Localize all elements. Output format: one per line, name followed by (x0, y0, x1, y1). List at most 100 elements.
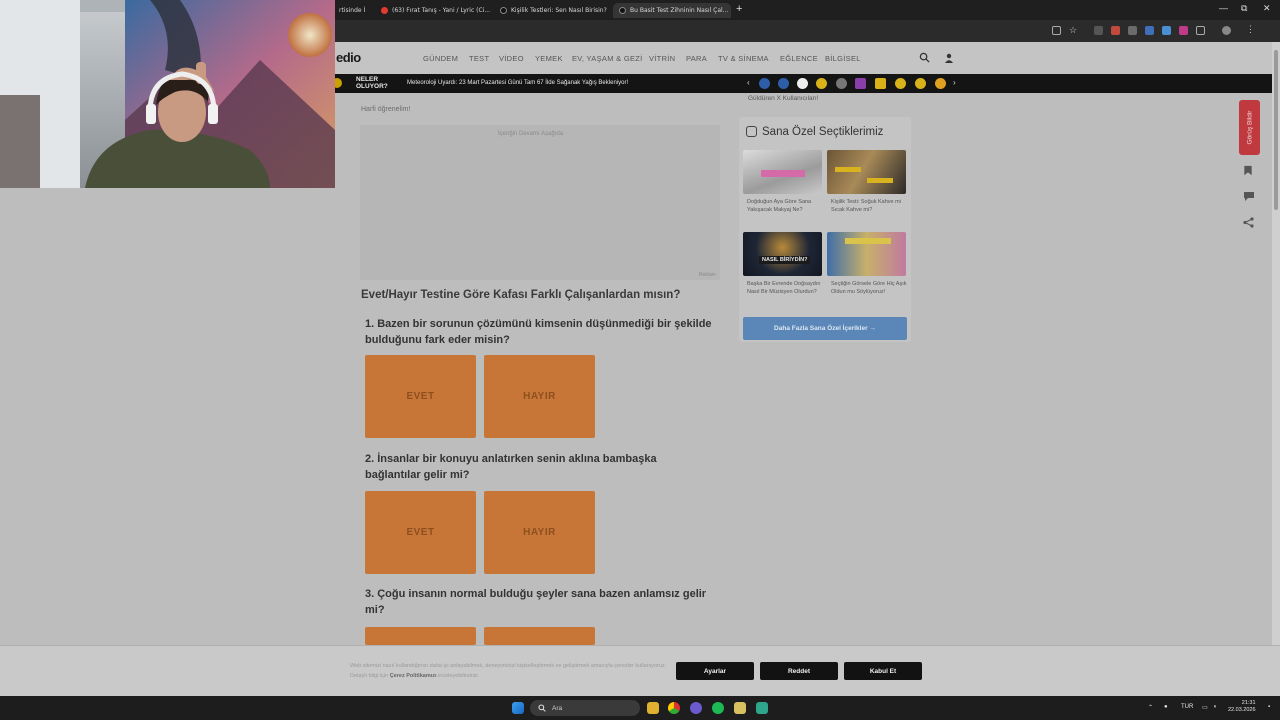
card-image[interactable] (827, 150, 906, 194)
extension-icon[interactable] (1145, 26, 1154, 35)
microphone-icon[interactable]: ● (1164, 704, 1168, 710)
question-1: 1. Bazen bir sorunun çözümünü kimsenin d… (365, 318, 712, 346)
webcam-overlay (0, 0, 335, 188)
tab-4-active[interactable]: Bu Basit Test Zihninin Nasıl Çal... × (613, 3, 731, 18)
recommend-icon (746, 126, 757, 137)
category-icon[interactable] (855, 78, 866, 89)
nav-bilgisel[interactable]: BİLGİSEL (825, 54, 861, 63)
question-2: 2. İnsanlar bir konuyu anlatırken senin … (365, 453, 657, 481)
category-icon[interactable] (836, 78, 847, 89)
language-indicator[interactable]: TUR (1181, 704, 1193, 710)
category-icon[interactable] (797, 78, 808, 89)
windows-start-icon[interactable] (512, 702, 524, 714)
chrome-icon[interactable] (668, 702, 680, 714)
extension-icon[interactable] (1162, 26, 1171, 35)
spotify-icon[interactable] (712, 702, 724, 714)
tab-3[interactable]: Kişilik Testleri: Sen Nasıl Birisin? × (494, 3, 612, 18)
user-icon[interactable] (944, 53, 954, 63)
nav-para[interactable]: PARA (686, 54, 707, 63)
notification-icon[interactable]: ▪ (1268, 704, 1270, 710)
answer-yes-button[interactable]: EVET (365, 491, 476, 574)
comment-icon[interactable] (1243, 191, 1255, 202)
taskbar-search[interactable]: Ara (530, 700, 640, 716)
ad-tag: Reklam (699, 272, 716, 278)
answer-yes-button[interactable] (365, 627, 476, 645)
nav-vitrin[interactable]: VİTRİN (649, 54, 675, 63)
answer-no-button[interactable] (484, 627, 595, 645)
file-explorer-icon[interactable] (647, 702, 659, 714)
emoji-icon[interactable] (935, 78, 946, 89)
cookie-settings-button[interactable]: Ayarlar (676, 662, 754, 680)
maximize-button[interactable]: ⧉ (1241, 3, 1247, 14)
feedback-button[interactable]: Görüş Bildir (1239, 100, 1260, 155)
news-headline[interactable]: Meteoroloji Uyardı: 23 Mart Pazartesi Gü… (407, 80, 628, 86)
card-caption[interactable]: Doğduğun Aya Göre Sana Yakışacak Makyaj … (747, 198, 823, 214)
category-icon[interactable] (915, 78, 926, 89)
nav-test[interactable]: TEST (469, 54, 489, 63)
category-icon[interactable] (778, 78, 789, 89)
sidebar-top-line[interactable]: Güldüren X Kullanıcıları! (748, 95, 818, 102)
card-caption[interactable]: Kişilik Testi: Soğuk Kahve mi Sıcak Kahv… (831, 198, 907, 214)
cookie-accept-button[interactable]: Kabul Et (844, 662, 922, 680)
bookmark-icon[interactable] (1243, 165, 1253, 176)
nav-yemek[interactable]: YEMEK (535, 54, 563, 63)
share-icon[interactable] (1243, 217, 1254, 228)
nav-ev-yasam-gezi[interactable]: EV, YAŞAM & GEZİ (572, 54, 643, 63)
browser-menu-icon[interactable]: ⋮ (1246, 24, 1255, 34)
install-icon[interactable] (1052, 26, 1061, 35)
cookie-policy-link[interactable]: Çerez Politikamızı (390, 673, 437, 679)
app-icon[interactable] (756, 702, 768, 714)
category-icon[interactable] (895, 78, 906, 89)
question-3: 3. Çoğu insanın normal bulduğu şeyler sa… (365, 588, 707, 616)
app-icon[interactable] (690, 702, 702, 714)
system-clock[interactable]: 21:31 22.03.2026 (1228, 700, 1256, 714)
minimize-button[interactable]: — (1219, 3, 1228, 13)
network-icon[interactable]: ▭ (1202, 704, 1208, 711)
ad-hint: İçeriğin Devamı Aşağıda (498, 131, 564, 137)
app-icon[interactable] (734, 702, 746, 714)
oluyor-text: OLUYOR? (356, 83, 388, 90)
new-tab-button[interactable]: + (736, 3, 742, 15)
answer-no-button[interactable]: HAYIR (484, 491, 595, 574)
profile-avatar[interactable] (1222, 26, 1231, 35)
tray-chevron-icon[interactable]: ⌃ (1148, 704, 1153, 711)
card-overlay-text: NASIL BİRİYDİN? (759, 256, 811, 264)
nav-video[interactable]: VİDEO (499, 54, 524, 63)
close-tab-icon[interactable]: × (611, 6, 612, 15)
neler-text: NELER (356, 76, 379, 83)
search-icon[interactable] (919, 52, 930, 63)
answer-yes-button[interactable]: EVET (365, 355, 476, 438)
card-image[interactable] (743, 150, 822, 194)
category-icon[interactable] (875, 78, 886, 89)
card-caption[interactable]: Başka Bir Evrende Doğsaydın Nasıl Bir Mü… (747, 280, 823, 296)
card-image[interactable]: NASIL BİRİYDİN? (743, 232, 822, 276)
cookie-reject-button[interactable]: Reddet (760, 662, 838, 680)
nav-tv-sinema[interactable]: TV & SİNEMA (718, 54, 769, 63)
intro-line: Harfi öğrenelim! (361, 106, 411, 113)
card-image[interactable] (827, 232, 906, 276)
bookmark-star-icon[interactable]: ☆ (1069, 25, 1078, 35)
tab-label: (63) Fırat Tanış - Yani / Lyric (Ci... (392, 7, 491, 14)
card-banner (835, 167, 861, 172)
site-logo[interactable]: edio (336, 50, 361, 65)
more-recommendations-button[interactable]: Daha Fazla Sana Özel İçerikler → (743, 317, 907, 340)
category-icon[interactable] (759, 78, 770, 89)
tab-1[interactable]: rtisinde İ × (333, 3, 375, 18)
extension-icon[interactable] (1128, 26, 1137, 35)
category-icon[interactable] (816, 78, 827, 89)
nav-eglence[interactable]: EĞLENCE (780, 54, 818, 63)
extension-icon[interactable] (1179, 26, 1188, 35)
chevron-left-icon[interactable]: ‹ (747, 78, 750, 87)
extension-icon[interactable] (1111, 26, 1120, 35)
close-window-button[interactable]: ✕ (1263, 3, 1271, 14)
scrollbar-thumb[interactable] (1274, 50, 1278, 210)
extensions-puzzle-icon[interactable] (1196, 26, 1205, 35)
article-heading: Evet/Hayır Testine Göre Kafası Farklı Ça… (361, 289, 681, 301)
extension-icon[interactable] (1094, 26, 1103, 35)
nav-gundem[interactable]: GÜNDEM (423, 54, 458, 63)
tab-2[interactable]: (63) Fırat Tanış - Yani / Lyric (Ci... × (375, 3, 495, 18)
answer-no-button[interactable]: HAYIR (484, 355, 595, 438)
card-caption[interactable]: Seçtiğin Görsele Göre Hiç Aşık Oldun mu … (831, 280, 907, 296)
chevron-right-icon[interactable]: › (953, 78, 956, 87)
volume-icon[interactable]: ◖ (1213, 704, 1217, 710)
